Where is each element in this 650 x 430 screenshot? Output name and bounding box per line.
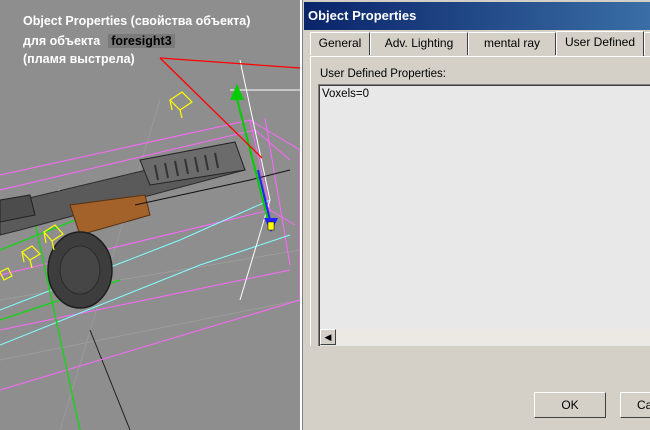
3d-viewport[interactable]: Object Properties (свойства объекта) для… — [0, 0, 300, 430]
dialog-titlebar[interactable]: Object Properties — [304, 2, 650, 30]
dialog-title: Object Properties — [308, 8, 417, 23]
tab-strip: General Adv. Lighting mental ray User De… — [310, 31, 650, 56]
tab-mental-ray[interactable]: mental ray — [468, 32, 556, 55]
ok-button[interactable]: OK — [534, 392, 606, 418]
tab-adv-lighting[interactable]: Adv. Lighting — [370, 32, 468, 55]
tab-user-defined[interactable]: User Defined — [556, 31, 644, 56]
cancel-button[interactable]: Ca — [620, 392, 650, 418]
annotation-object-prefix: для объекта — [23, 34, 101, 48]
annotation-object-name: foresight3 — [108, 34, 175, 48]
horizontal-scrollbar[interactable]: ◀ — [320, 329, 650, 345]
user-defined-properties-text: Voxels=0 — [322, 88, 369, 100]
user-defined-properties-textarea[interactable]: Voxels=0 ◀ — [318, 84, 650, 346]
tab-overflow — [644, 32, 650, 55]
annotation-line2: для объекта foresight3 — [23, 34, 175, 48]
annotation-line3: (пламя выстрела) — [23, 52, 135, 66]
user-defined-properties-label: User Defined Properties: — [320, 68, 446, 80]
tab-general[interactable]: General — [310, 32, 370, 55]
scroll-left-arrow-icon[interactable]: ◀ — [320, 329, 336, 345]
annotation-line1: Object Properties (свойства объекта) — [23, 14, 251, 28]
